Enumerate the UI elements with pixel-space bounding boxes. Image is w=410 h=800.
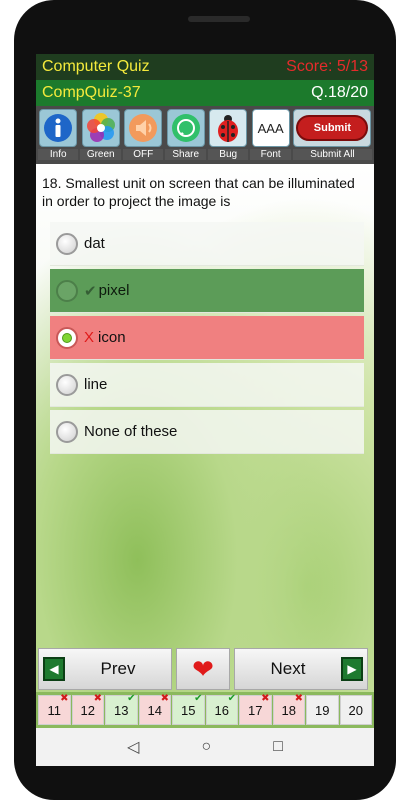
question-cell-15[interactable]: 15 ✔ [172, 693, 205, 725]
question-cell-16[interactable]: 16 ✔ [205, 693, 238, 725]
question-counter: Q.18/20 [311, 84, 368, 101]
correct-mark-icon: ✔ [127, 693, 136, 704]
header-title-bar: Computer Quiz Score: 5/13 [36, 54, 374, 80]
prev-label: Prev [100, 659, 136, 678]
info-label: Info [38, 149, 79, 160]
question-number: 20 [348, 702, 363, 718]
option-4-text: line [84, 376, 108, 393]
option-4-radio[interactable] [56, 373, 78, 396]
header-quiz-bar: CompQuiz-37 Q.18/20 [36, 80, 374, 106]
correct-mark-icon: ✔ [227, 693, 236, 704]
wrong-mark-icon: ✖ [294, 693, 303, 704]
option-2-radio[interactable] [56, 279, 78, 302]
font-size-icon: AAA [251, 109, 290, 147]
quiz-content: 18. Smallest unit on screen that can be … [36, 164, 374, 692]
question-strip: 11 ✖ 12 ✖ 13 ✔ 14 ✖ 15 ✔ 16 ✔ 17 ✖ 18 ✖ 19 20 [36, 692, 374, 728]
prev-arrow-icon: ◀ [43, 657, 65, 681]
wrong-mark-icon: ✖ [60, 693, 69, 704]
share-label: Share [165, 149, 206, 160]
submit-all-group: Submit Submit All [292, 109, 372, 164]
options-list: dat ✔ pixel X icon line None of these [50, 222, 364, 457]
option-1-text: dat [84, 235, 105, 252]
info-icon [39, 109, 78, 147]
font-size-glyph: AAA [257, 120, 284, 136]
favorite-button[interactable]: ❤ [176, 648, 230, 690]
wrong-mark-icon: ✖ [261, 693, 270, 704]
font-size-button[interactable]: AAA Font [250, 109, 291, 164]
sound-toggle-label: OFF [122, 149, 164, 160]
font-size-label: Font [250, 149, 291, 160]
question-cell-17[interactable]: 17 ✖ [239, 693, 272, 725]
color-palette-icon [81, 109, 120, 147]
phone-speaker [188, 16, 250, 22]
option-5-radio[interactable] [56, 420, 78, 443]
option-5-text: None of these [84, 423, 178, 440]
question-cell-13[interactable]: 13 ✔ [105, 693, 138, 725]
question-text: 18. Smallest unit on screen that can be … [42, 175, 355, 209]
wrong-mark-icon: ✖ [93, 693, 102, 704]
color-theme-button[interactable]: Green [80, 109, 121, 164]
question-number: 12 [80, 702, 95, 718]
option-3[interactable]: X icon [50, 316, 364, 360]
bug-report-label: Bug [207, 149, 249, 160]
wrong-x-icon: X [84, 329, 95, 346]
question-cell-18[interactable]: 18 ✖ [272, 693, 305, 725]
option-1-radio[interactable] [56, 232, 78, 255]
option-2[interactable]: ✔ pixel [50, 269, 364, 313]
back-icon[interactable]: ◁ [127, 737, 139, 757]
question-cell-12[interactable]: 12 ✖ [71, 693, 104, 725]
option-3-text: icon [98, 329, 126, 346]
correct-mark-icon: ✔ [194, 693, 203, 704]
app-title: Computer Quiz [42, 58, 150, 75]
question-cell-19[interactable]: 19 [306, 695, 339, 725]
submit-all-label: Submit All [292, 149, 372, 160]
system-nav-bar: ◁ ○ □ [36, 728, 374, 766]
submit-area: Submit [293, 109, 372, 147]
option-4[interactable]: line [50, 363, 364, 407]
question-number: 11 [47, 702, 62, 718]
home-icon[interactable]: ○ [201, 738, 211, 756]
selected-dot [62, 332, 72, 343]
option-2-text: pixel [98, 282, 130, 299]
correct-check-icon: ✔ [84, 282, 97, 300]
question-number: 18 [281, 702, 296, 718]
next-button[interactable]: Next ▶ [234, 648, 368, 690]
speaker-icon [124, 109, 163, 147]
option-3-radio[interactable] [56, 326, 78, 349]
color-theme-label: Green [80, 149, 121, 160]
heart-icon: ❤ [192, 653, 214, 684]
ladybug-icon [209, 109, 248, 147]
share-icon [166, 109, 205, 147]
question-number: 13 [114, 702, 129, 718]
submit-button[interactable]: Submit [296, 115, 369, 141]
option-1[interactable]: dat [50, 222, 364, 266]
score-label: Score: 5/13 [286, 58, 368, 75]
question-number: 14 [147, 702, 162, 718]
question-cell-11[interactable]: 11 ✖ [38, 693, 71, 725]
quiz-code: CompQuiz-37 [42, 84, 141, 101]
share-button[interactable]: Share [165, 109, 206, 164]
question-number: 17 [248, 702, 263, 718]
next-label: Next [270, 659, 306, 678]
question-cell-20[interactable]: 20 [339, 695, 372, 725]
question-number: 16 [214, 702, 229, 718]
sound-toggle-button[interactable]: OFF [122, 109, 164, 164]
toolbar: Info Green OFF Share Bug AAA Font Submit… [36, 106, 374, 164]
wrong-mark-icon: ✖ [160, 693, 169, 704]
option-5[interactable]: None of these [50, 410, 364, 454]
info-button[interactable]: Info [38, 109, 79, 164]
question-number: 19 [315, 702, 330, 718]
question-number: 15 [181, 702, 196, 718]
question-cell-14[interactable]: 14 ✖ [138, 693, 171, 725]
prev-button[interactable]: ◀ Prev [38, 648, 172, 690]
app-screen: Computer Quiz Score: 5/13 CompQuiz-37 Q.… [36, 54, 374, 766]
recents-icon[interactable]: □ [273, 738, 283, 756]
next-arrow-icon: ▶ [341, 657, 363, 681]
bug-report-button[interactable]: Bug [207, 109, 249, 164]
question-nav: ◀ Prev ❤ Next ▶ [36, 648, 374, 692]
